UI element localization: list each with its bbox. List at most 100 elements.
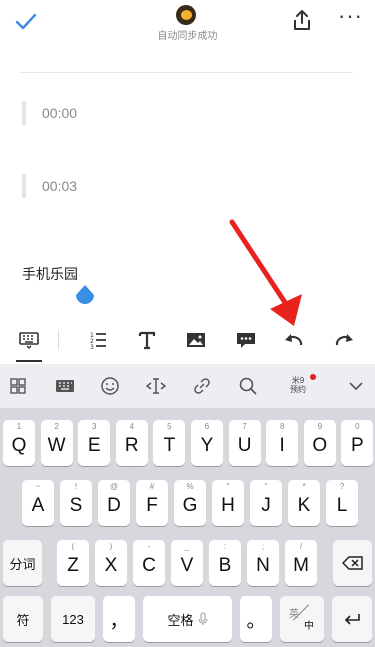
key-a[interactable]: ~ A: [22, 480, 54, 526]
key-alt-label: (: [71, 542, 75, 551]
key-label: D: [107, 495, 121, 516]
key-j[interactable]: " J: [250, 480, 282, 526]
list-icon[interactable]: 123: [84, 326, 112, 354]
share-icon[interactable]: [290, 8, 314, 32]
key-label: K: [297, 495, 311, 516]
key-alt-label: 1: [16, 422, 22, 431]
key-t[interactable]: 5T: [153, 420, 186, 466]
space-key[interactable]: 空格: [143, 596, 232, 642]
key-alt-label: ~: [35, 482, 41, 491]
key-label: C: [142, 555, 156, 576]
enter-key[interactable]: [332, 596, 372, 642]
key-b[interactable]: :B: [209, 540, 241, 586]
key-g[interactable]: % G: [174, 480, 206, 526]
key-label: U: [237, 435, 252, 456]
enter-icon: [344, 614, 360, 625]
image-icon[interactable]: [182, 326, 210, 354]
text-format-icon[interactable]: [133, 326, 161, 354]
key-alt-label: 3: [91, 422, 97, 431]
key-s[interactable]: ! S: [60, 480, 92, 526]
comment-icon[interactable]: [232, 326, 260, 354]
key-label: W: [47, 435, 66, 456]
key-i[interactable]: 8I: [266, 420, 299, 466]
text-cursor-handle[interactable]: [74, 284, 96, 308]
key-label: F: [146, 495, 158, 516]
search-icon[interactable]: [236, 374, 260, 398]
key-e[interactable]: 3E: [78, 420, 111, 466]
number-key[interactable]: 123: [51, 596, 95, 642]
audio-bar: [22, 101, 26, 125]
key-label: V: [180, 555, 194, 576]
active-indicator: [16, 360, 42, 362]
language-switch-key[interactable]: 英 中: [280, 596, 324, 642]
key-label: T: [163, 435, 176, 456]
key-k[interactable]: * K: [288, 480, 320, 526]
key-alt-label: #: [149, 482, 155, 491]
key-alt-label: ): [109, 542, 113, 551]
emoji-icon[interactable]: [98, 374, 122, 398]
key-q[interactable]: 1Q: [3, 420, 35, 466]
key-p[interactable]: 0P: [341, 420, 374, 466]
divider: [20, 72, 353, 73]
key-alt-label: 9: [317, 422, 323, 431]
mi9-promo[interactable]: 米9 预约: [286, 376, 310, 394]
key-alt-label: ": [226, 482, 230, 491]
key-label: B: [218, 555, 232, 576]
key-alt-label: ;: [261, 542, 265, 551]
key-label: G: [182, 495, 198, 516]
key-y[interactable]: 6Y: [191, 420, 223, 466]
notification-dot: [310, 374, 316, 380]
note-body-text[interactable]: 手机乐园: [22, 264, 78, 284]
key-w[interactable]: 2W: [40, 420, 73, 466]
segment-key[interactable]: 分词: [3, 540, 42, 586]
collapse-keyboard-icon[interactable]: [344, 374, 368, 398]
redo-icon[interactable]: [330, 326, 358, 354]
key-n[interactable]: ; N: [247, 540, 279, 586]
key-alt-label: @: [109, 482, 119, 491]
key-x[interactable]: ) X: [95, 540, 127, 586]
backspace-icon: [341, 556, 363, 570]
key-o[interactable]: 9O: [303, 420, 336, 466]
key-m[interactable]: / M: [285, 540, 317, 586]
key-alt-label: ": [264, 482, 268, 491]
audio-time[interactable]: 00:03: [42, 178, 77, 194]
key-alt-label: -: [147, 542, 151, 551]
key-d[interactable]: @ D: [98, 480, 130, 526]
grid-menu-icon[interactable]: [6, 374, 30, 398]
comma-key[interactable]: ，: [103, 596, 135, 642]
key-alt-label: 0: [355, 422, 360, 431]
key-f[interactable]: # F: [136, 480, 168, 526]
mi9-label: 米9: [291, 376, 305, 385]
key-h[interactable]: " H: [212, 480, 244, 526]
key-l[interactable]: ? L: [326, 480, 358, 526]
key-c[interactable]: -C: [133, 540, 165, 586]
svg-text:3: 3: [90, 344, 94, 350]
toolbar-separator: [58, 330, 59, 350]
key-label: Y: [200, 435, 214, 456]
key-alt-label: :: [223, 542, 227, 551]
symbol-key[interactable]: 符: [3, 596, 43, 642]
key-alt-label: !: [74, 482, 78, 491]
key-z[interactable]: (Z: [57, 540, 89, 586]
key-label: E: [87, 435, 101, 456]
period-key[interactable]: 。: [240, 596, 272, 642]
key-u[interactable]: 7U: [228, 420, 261, 466]
key-label: P: [351, 435, 364, 456]
key-alt-label: 6: [204, 422, 210, 431]
key-label: R: [124, 435, 139, 456]
cursor-move-icon[interactable]: [144, 374, 168, 398]
more-options-icon[interactable]: ···: [338, 5, 362, 30]
audio-time[interactable]: 00:00: [42, 105, 77, 121]
key-v[interactable]: _ V: [171, 540, 203, 586]
link-icon[interactable]: [190, 374, 214, 398]
avatar: [176, 5, 196, 25]
keyboard-icon[interactable]: [15, 326, 43, 354]
mi9-sublabel: 预约: [290, 385, 306, 394]
key-alt-label: ?: [339, 482, 345, 491]
key-r[interactable]: 4R: [115, 420, 148, 466]
undo-icon[interactable]: [280, 326, 308, 354]
backspace-key[interactable]: [333, 540, 372, 586]
key-alt-label: /: [299, 542, 303, 551]
keyboard-layout-icon[interactable]: [53, 374, 77, 398]
key-label: N: [256, 555, 270, 576]
